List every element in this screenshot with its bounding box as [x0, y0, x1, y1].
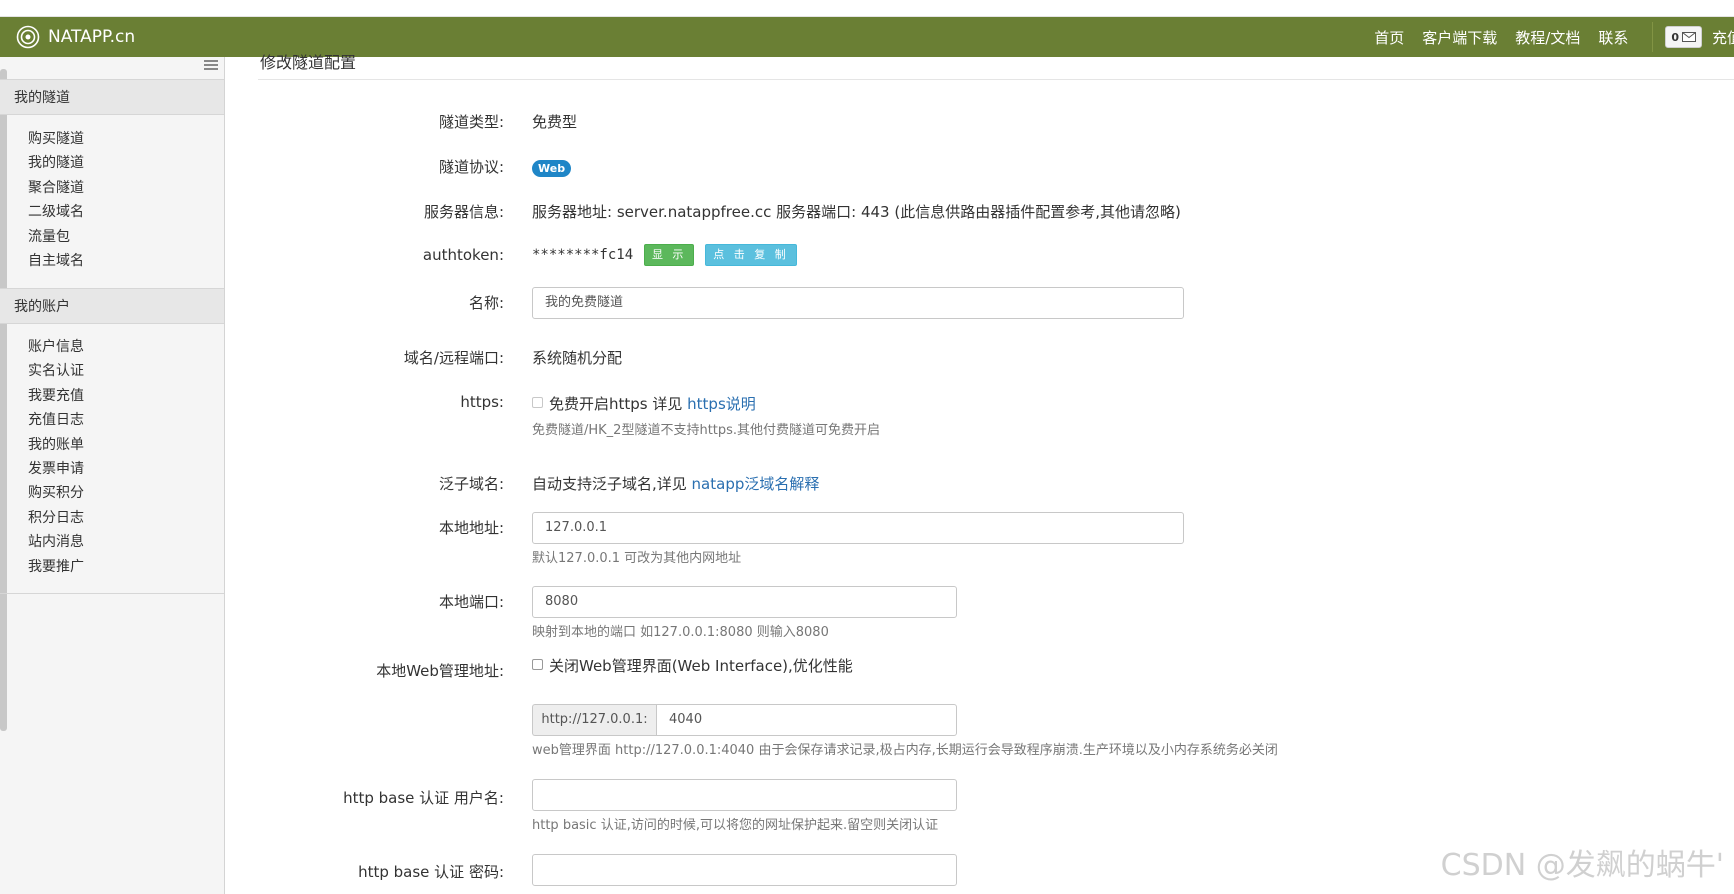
- sidebar-item-points-log[interactable]: 积分日志: [28, 506, 84, 530]
- web-admin-label: 本地Web管理地址:: [376, 662, 504, 680]
- server-info-label: 服务器信息:: [423, 203, 504, 221]
- wildcard-doc-link[interactable]: natapp泛域名解释: [692, 475, 820, 493]
- nav-contact[interactable]: 联系: [1598, 27, 1628, 48]
- sidebar-account-list: 账户信息 实名认证 我要充值 充值日志 我的账单 发票申请 购买积分 积分日志 …: [28, 335, 84, 579]
- domain-label: 域名/远程端口:: [403, 349, 504, 367]
- brand[interactable]: NATAPP.cn: [16, 24, 135, 50]
- https-doc-link[interactable]: https说明: [687, 395, 756, 413]
- sidebar-section-account[interactable]: 我的账户: [0, 288, 224, 324]
- https-help: 免费隧道/HK_2型隧道不支持https.其他付费隧道可免费开启: [532, 423, 881, 438]
- sidebar-item-recharge[interactable]: 我要充值: [28, 384, 84, 408]
- sidebar-item-buy-tunnel[interactable]: 购买隧道: [28, 127, 84, 151]
- wildcard-row: 自动支持泛子域名,详见 natapp泛域名解释: [532, 473, 819, 494]
- sidebar-section-tunnels[interactable]: 我的隧道: [0, 79, 224, 115]
- tunnel-type-label: 隧道类型:: [438, 113, 504, 131]
- wildcard-label: 泛子域名:: [438, 475, 504, 493]
- domain-value: 系统随机分配: [532, 349, 623, 367]
- https-label: https:: [460, 393, 504, 411]
- sidebar-item-subdomain[interactable]: 二级域名: [28, 200, 84, 224]
- browser-strip: [0, 0, 1734, 17]
- protocol-badge: Web: [532, 160, 572, 177]
- basic-auth-user-input[interactable]: [532, 779, 957, 811]
- nav-docs[interactable]: 教程/文档: [1515, 27, 1580, 48]
- web-admin-help: web管理界面 http://127.0.0.1:4040 由于会保存请求记录,…: [532, 743, 1278, 758]
- title-divider: [258, 79, 1734, 80]
- authtoken-label: authtoken:: [422, 246, 504, 264]
- logo-icon: [16, 25, 40, 49]
- menu-toggle-icon[interactable]: [204, 59, 218, 70]
- sidebar-item-my-tunnels[interactable]: 我的隧道: [28, 151, 84, 175]
- tunnel-type-value: 免费型: [532, 113, 578, 131]
- message-count: 0: [1671, 30, 1679, 44]
- nav-recharge[interactable]: 充值: [1712, 27, 1734, 48]
- sidebar-item-buy-points[interactable]: 购买积分: [28, 481, 84, 505]
- protocol-label: 隧道协议:: [438, 158, 504, 176]
- authtoken-value: ********fc14: [532, 247, 634, 263]
- nav-divider: [1652, 22, 1654, 52]
- wildcard-text: 自动支持泛子域名,详见: [532, 475, 692, 493]
- disable-web-admin-checkbox[interactable]: [532, 659, 543, 670]
- basic-auth-pass-label: http base 认证 密码:: [358, 863, 504, 881]
- page-title: 修改隧道配置: [260, 53, 357, 72]
- watermark: CSDN @发飙的蜗牛': [1440, 848, 1724, 883]
- local-address-label: 本地地址:: [438, 519, 504, 537]
- local-port-input[interactable]: 8080: [532, 586, 957, 618]
- local-port-help: 映射到本地的端口 如127.0.0.1:8080 则输入8080: [532, 625, 829, 640]
- sidebar-tunnel-list: 购买隧道 我的隧道 聚合隧道 二级域名 流量包 自主域名: [28, 127, 84, 273]
- basic-auth-pass-input[interactable]: [532, 854, 957, 886]
- web-admin-input-group: http://127.0.0.1: 4040: [532, 704, 957, 736]
- basic-auth-user-label: http base 认证 用户名:: [343, 789, 504, 807]
- main-content: 修改隧道配置 隧道类型: 免费型 隧道协议: Web 服务器信息: 服务器地址:…: [258, 53, 1734, 894]
- authtoken-row: ********fc14 显 示 点 击 复 制: [532, 244, 797, 266]
- envelope-icon: [1682, 32, 1696, 42]
- https-row: 免费开启https 详见 https说明: [532, 393, 756, 414]
- sidebar-scrollbar[interactable]: [0, 69, 7, 731]
- web-admin-prefix: http://127.0.0.1:: [532, 704, 656, 736]
- sidebar-item-verify[interactable]: 实名认证: [28, 359, 84, 383]
- nav-home[interactable]: 首页: [1374, 27, 1404, 48]
- brand-name: NATAPP.cn: [48, 27, 136, 47]
- name-input[interactable]: 我的免费隧道: [532, 287, 1184, 319]
- sidebar-item-traffic[interactable]: 流量包: [28, 225, 84, 249]
- message-button[interactable]: 0: [1665, 26, 1702, 48]
- nav-links: 首页 客户端下载 教程/文档 联系 0 充值: [1374, 17, 1734, 57]
- basic-auth-help: http basic 认证,访问的时候,可以将您的网址保护起来.留空则关闭认证: [532, 818, 939, 833]
- sidebar-divider: [0, 593, 224, 594]
- web-admin-checkbox-row: 关闭Web管理界面(Web Interface),优化性能: [532, 655, 853, 676]
- https-checkbox[interactable]: [532, 397, 543, 408]
- sidebar-item-invoice[interactable]: 发票申请: [28, 457, 84, 481]
- local-port-label: 本地端口:: [438, 593, 504, 611]
- web-admin-port-input[interactable]: 4040: [656, 704, 957, 736]
- disable-web-admin-text: 关闭Web管理界面(Web Interface),优化性能: [549, 657, 853, 675]
- nav-download[interactable]: 客户端下载: [1422, 27, 1497, 48]
- name-label: 名称:: [468, 294, 504, 312]
- sidebar: 我的隧道 购买隧道 我的隧道 聚合隧道 二级域名 流量包 自主域名 我的账户 账…: [0, 57, 225, 894]
- protocol-value: Web: [532, 158, 572, 177]
- sidebar-item-account-info[interactable]: 账户信息: [28, 335, 84, 359]
- sidebar-item-custom-domain[interactable]: 自主域名: [28, 249, 84, 273]
- server-info-value: 服务器地址: server.natappfree.cc 服务器端口: 443 (…: [532, 203, 1181, 221]
- local-address-input[interactable]: 127.0.0.1: [532, 512, 1184, 544]
- local-address-help: 默认127.0.0.1 可改为其他内网地址: [532, 551, 742, 566]
- copy-token-button[interactable]: 点 击 复 制: [705, 244, 797, 266]
- sidebar-item-recharge-log[interactable]: 充值日志: [28, 408, 84, 432]
- show-token-button[interactable]: 显 示: [643, 244, 695, 266]
- https-text: 免费开启https 详见: [549, 395, 688, 413]
- sidebar-item-messages[interactable]: 站内消息: [28, 530, 84, 554]
- sidebar-item-aggregate[interactable]: 聚合隧道: [28, 176, 84, 200]
- sidebar-item-promote[interactable]: 我要推广: [28, 555, 84, 579]
- sidebar-item-bills[interactable]: 我的账单: [28, 433, 84, 457]
